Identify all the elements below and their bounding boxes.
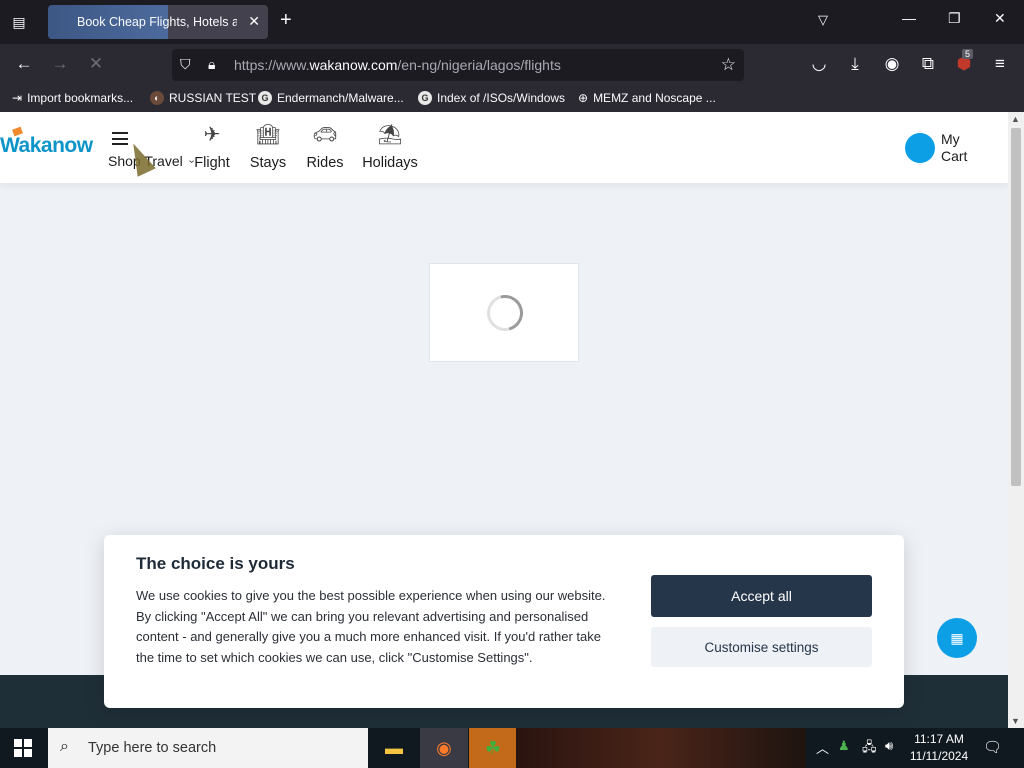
file-explorer-icon[interactable]: ▬: [370, 728, 418, 768]
restore-icon[interactable]: ❐: [948, 10, 961, 27]
browser-toolbar: ← → ✕ ⛉ 🔒︎ https://www.wakanow.com/en-ng…: [0, 44, 1024, 86]
cookie-title: The choice is yours: [136, 554, 295, 573]
forward-icon[interactable]: →: [49, 54, 71, 74]
stop-loading-icon[interactable]: ✕: [85, 54, 107, 74]
tab-list-icon[interactable]: ▤: [8, 12, 30, 32]
loading-box: [429, 263, 579, 362]
extension-badge: 5: [962, 49, 974, 59]
google-icon: G: [258, 91, 272, 105]
wakanow-logo[interactable]: Wakanow: [0, 126, 93, 158]
chat-widget-icon[interactable]: ▦: [937, 618, 977, 658]
bookmarks-toolbar: ⇥ Import bookmarks... ◐ RUSSIAN TEST G E…: [0, 86, 1024, 112]
site-header: Wakanow Shop Travel ⌄ ✈ Flight 🏨︎ Stays …: [0, 112, 1008, 183]
page-scrollbar[interactable]: ▲ ▼: [1008, 112, 1024, 728]
menu-icon[interactable]: ≡: [989, 54, 1011, 74]
list-all-tabs-chevron-icon[interactable]: ▽: [818, 12, 828, 28]
account-icon[interactable]: ◉: [881, 54, 903, 74]
nav-holidays[interactable]: ⛱ Holidays: [362, 122, 418, 171]
windows-taskbar: ⌕ Type here to search ▬ ◉ ☘ ︿ ♟ 🖧︎ 🔊︎ 11…: [0, 728, 1024, 768]
pocket-icon[interactable]: ◡: [808, 54, 830, 74]
loading-spinner-icon: [480, 288, 530, 338]
network-icon[interactable]: 🖧︎: [862, 738, 877, 760]
cookie-consent-dialog: The choice is yours We use cookies to gi…: [104, 535, 904, 708]
extensions-icon[interactable]: ⧉: [917, 54, 939, 74]
volume-icon[interactable]: 🔊︎: [885, 738, 893, 754]
scroll-thumb[interactable]: [1011, 128, 1021, 486]
firefox-icon[interactable]: ◉: [420, 728, 468, 768]
bookmark-endermanch[interactable]: G Endermanch/Malware...: [258, 91, 404, 105]
browser-tab-active[interactable]: Book Cheap Flights, Hotels and ✕: [48, 5, 268, 39]
windows-start-icon[interactable]: [14, 739, 32, 757]
downloads-icon[interactable]: ⤓: [844, 54, 866, 74]
taskbar-wallpaper-area: [516, 728, 806, 768]
search-placeholder: Type here to search: [88, 740, 217, 756]
bookmark-star-icon[interactable]: ☆: [721, 55, 736, 75]
beach-umbrella-icon: ⛱: [377, 124, 403, 146]
tray-chevron-up-icon[interactable]: ︿: [816, 738, 829, 757]
taskbar-search-box[interactable]: ⌕ Type here to search: [48, 728, 368, 768]
bookmark-import[interactable]: ⇥ Import bookmarks...: [12, 91, 133, 105]
url-text[interactable]: https://www.wakanow.com/en-ng/nigeria/la…: [234, 57, 561, 73]
taskbar-clock[interactable]: 11:17 AM 11/11/2024: [906, 731, 972, 765]
hamburger-menu-icon[interactable]: [112, 132, 128, 145]
back-icon[interactable]: ←: [13, 54, 35, 74]
people-app-icon[interactable]: ☘: [469, 728, 517, 768]
accept-all-button[interactable]: Accept all: [651, 575, 872, 617]
nav-flight[interactable]: ✈ Flight: [192, 122, 232, 171]
tab-title: Book Cheap Flights, Hotels and: [77, 15, 237, 29]
lock-icon[interactable]: 🔒︎: [208, 56, 215, 73]
google-icon: G: [418, 91, 432, 105]
browser-tab-bar: ▤ Book Cheap Flights, Hotels and ✕ + ▽ —…: [0, 0, 1024, 44]
minimize-icon[interactable]: —: [902, 10, 916, 26]
url-bar[interactable]: ⛉ 🔒︎ https://www.wakanow.com/en-ng/niger…: [172, 49, 744, 81]
russian-test-icon: ◐: [150, 91, 164, 105]
my-cart-link[interactable]: My Cart: [941, 131, 981, 165]
cart-icon[interactable]: [905, 133, 935, 163]
tray-user-icon[interactable]: ♟: [838, 738, 850, 754]
import-icon: ⇥: [12, 91, 23, 105]
scroll-down-icon[interactable]: ▼: [1011, 716, 1020, 726]
nav-rides[interactable]: 🚗︎ Rides: [304, 122, 346, 171]
window-close-icon[interactable]: ✕: [994, 10, 1006, 27]
clock-date: 11/11/2024: [909, 749, 969, 763]
bookmark-memz[interactable]: ⊕ MEMZ and Noscape ...: [578, 91, 716, 105]
mouse-cursor-icon: [124, 139, 156, 177]
new-tab-icon[interactable]: +: [280, 10, 292, 30]
airplane-icon: ✈: [203, 124, 221, 146]
scroll-up-icon[interactable]: ▲: [1011, 114, 1020, 124]
globe-icon: ⊕: [578, 91, 589, 105]
tab-close-icon[interactable]: ✕: [248, 13, 260, 30]
car-icon: 🚗︎: [312, 124, 338, 146]
page-viewport: Wakanow Shop Travel ⌄ ✈ Flight 🏨︎ Stays …: [0, 112, 1008, 728]
notification-icon[interactable]: 🗨︎: [983, 738, 1002, 756]
bookmark-index-isos[interactable]: G Index of /ISOs/Windows: [418, 91, 565, 105]
tracking-shield-icon[interactable]: ⛉: [180, 56, 191, 73]
search-icon: ⌕: [60, 738, 69, 755]
nav-stays[interactable]: 🏨︎ Stays: [248, 122, 288, 171]
bookmark-russian-test[interactable]: ◐ RUSSIAN TEST: [150, 91, 256, 105]
hotel-icon: 🏨︎: [255, 124, 281, 146]
cookie-body-text: We use cookies to give you the best poss…: [136, 588, 606, 665]
clock-time: 11:17 AM: [914, 732, 964, 746]
customise-settings-button[interactable]: Customise settings: [651, 627, 872, 667]
